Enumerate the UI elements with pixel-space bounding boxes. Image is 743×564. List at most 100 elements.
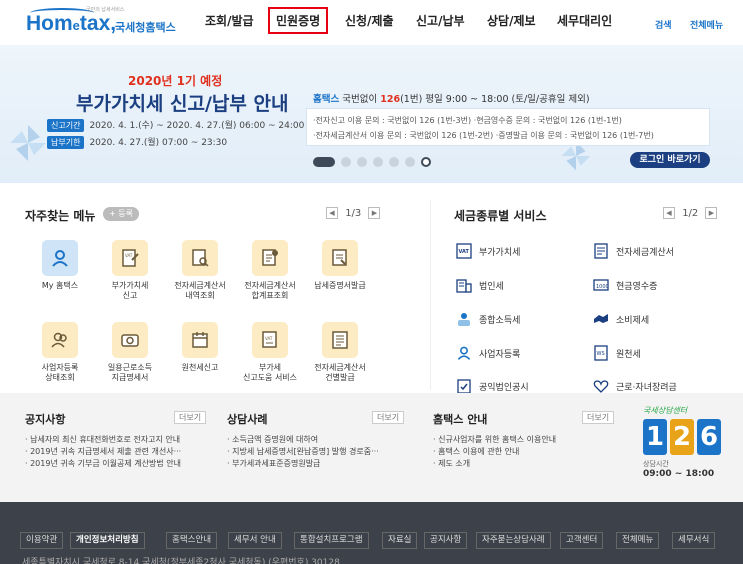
quick-menu-item[interactable]: My 홈택스 — [25, 240, 95, 291]
tax-service-item[interactable]: 1000 현금영수증 — [593, 277, 657, 293]
tax-service-item[interactable]: WS 원천세 — [593, 345, 641, 361]
tax-service-item[interactable]: 근로·자녀장려금 — [593, 378, 677, 394]
all-menu-link[interactable]: 전체메뉴 — [690, 18, 723, 31]
login-shortcut-button[interactable]: 로그인 바로가기 — [630, 152, 710, 168]
banner-year: 2020년 1기 예정 — [128, 74, 223, 88]
tax-service-item[interactable]: 종합소득세 — [456, 311, 520, 327]
footer-link-support[interactable]: 고객센터 — [560, 532, 604, 549]
quick-menu-label: 전자세금계산서 합계표조회 — [244, 281, 296, 300]
pinwheel-deco-icon — [10, 125, 46, 161]
guide-item[interactable]: · 홈택스 이용에 관한 안내 — [433, 446, 556, 458]
nav-tax-agent[interactable]: 세무대리인 — [557, 12, 612, 29]
prev-arrow-icon[interactable]: ◀ — [663, 207, 675, 219]
footer-link-hometax-guide[interactable]: 홈택스안내 — [166, 532, 218, 549]
notice-list: · 납세자의 최신 휴대전화번호로 전자고지 안내 · 2019년 귀속 지급명… — [25, 434, 181, 470]
prev-arrow-icon[interactable]: ◀ — [326, 207, 338, 219]
footer-link-terms[interactable]: 이용약관 — [20, 532, 64, 549]
quick-menu-register-button[interactable]: + 등록 — [103, 207, 139, 221]
invoice-sum-icon — [252, 240, 288, 276]
tax-service-item[interactable]: VAT 부가가치세 — [456, 243, 520, 259]
quick-menu-item[interactable]: VAT 부가가치세 신고 — [95, 240, 165, 301]
case-item[interactable]: · 지방세 납세증명서[완납증명] 발행 경로줌··· — [227, 446, 379, 458]
quick-menu-item[interactable]: 원천세신고 — [165, 322, 235, 373]
case-item[interactable]: · 부가세과세표준증명원발급 — [227, 458, 379, 470]
cases-more-button[interactable]: 더보기 — [372, 411, 405, 424]
nav-civil-certificate[interactable]: 민원증명 — [268, 7, 329, 34]
quick-menu-item[interactable]: 전자세금계산서 내역조회 — [165, 240, 235, 301]
case-item[interactable]: · 소득금액 증명원에 대하여 — [227, 434, 379, 446]
guide-more-button[interactable]: 더보기 — [582, 411, 615, 424]
tax-service-pager: ◀ 1/2 ▶ — [663, 207, 718, 219]
tax-service-item[interactable]: 전자세금계산서 — [593, 243, 674, 259]
guide-item[interactable]: · 제도 소개 — [433, 458, 556, 470]
quick-menu-pager: ◀ 1/3 ▶ — [326, 207, 381, 219]
receipt-icon: 1000 — [593, 277, 609, 293]
contact-info-title: 홈택스 국번없이 126(1번) 평일 9:00 ~ 18:00 (토/일/공휴… — [313, 94, 590, 105]
quick-menu-label: 사업자등록 상태조회 — [41, 363, 79, 382]
cases-list: · 소득금액 증명원에 대하여 · 지방세 납세증명서[완납증명] 발행 경로줌… — [227, 434, 379, 470]
issue-doc-icon — [322, 322, 358, 358]
notice-item[interactable]: · 2019년 귀속 지급명세서 제출 관련 개선사··· — [25, 446, 181, 458]
svg-text:WS: WS — [597, 351, 605, 357]
banner-dot[interactable] — [373, 157, 383, 167]
footer-link-all-menu[interactable]: 전체메뉴 — [616, 532, 660, 549]
next-arrow-icon[interactable]: ▶ — [368, 207, 381, 219]
logo-brand: Hometax, — [26, 12, 117, 35]
tax-service-item[interactable]: 소비제세 — [593, 311, 649, 327]
call-center-box[interactable]: 국세상담센터 126 상담시간 09:00 ~ 18:00 — [643, 405, 723, 495]
tax-service-item[interactable]: 사업자등록 — [456, 345, 520, 361]
footer-link-library[interactable]: 자료실 — [382, 532, 418, 549]
guide-item[interactable]: · 신규사업자를 위한 홈택스 이용안내 — [433, 434, 556, 446]
banner-dot[interactable] — [421, 157, 431, 167]
banner-dot[interactable] — [341, 157, 351, 167]
quick-menu-item[interactable]: 전자세금계산서 합계표조회 — [235, 240, 305, 301]
next-arrow-icon[interactable]: ▶ — [705, 207, 718, 219]
quick-menu-label: 일용근로소득 지급명세서 — [107, 363, 153, 382]
quick-menu-item[interactable]: 사업자등록 상태조회 — [25, 322, 95, 383]
quick-menu-label: 전자세금계산서 건별발급 — [314, 363, 366, 382]
footer-link-notice[interactable]: 공지사항 — [424, 532, 468, 549]
invoice-search-icon — [182, 240, 218, 276]
search-link[interactable]: 검색 — [655, 18, 672, 31]
consumption-icon — [593, 311, 609, 327]
notice-more-button[interactable]: 더보기 — [174, 411, 207, 424]
banner-dot[interactable] — [357, 157, 367, 167]
tax-service-label: 현금영수증 — [616, 281, 658, 292]
vat-doc-icon: VAT — [112, 240, 148, 276]
quick-menu-label: 납세증명서발급 — [314, 281, 366, 290]
nav-consult-report[interactable]: 상담/제보 — [487, 12, 536, 29]
footer-link-privacy[interactable]: 개인정보처리방침 — [70, 532, 145, 549]
footer-link-faq[interactable]: 자주묻는상담사례 — [476, 532, 551, 549]
banner-dot-active[interactable] — [313, 157, 335, 167]
nav-report-pay[interactable]: 신고/납부 — [416, 12, 465, 29]
heart-icon — [593, 378, 609, 394]
quick-menu-label: My 홈택스 — [41, 281, 79, 290]
svg-text:VAT: VAT — [125, 253, 133, 258]
nav-apply-submit[interactable]: 신청/제출 — [345, 12, 394, 29]
svg-text:VAT: VAT — [265, 336, 273, 341]
quick-menu-item[interactable]: 납세증명서발급 — [305, 240, 375, 291]
banner-dot[interactable] — [405, 157, 415, 167]
nav-inquiry-issue[interactable]: 조회/발급 — [205, 12, 254, 29]
footer-link-tax-forms[interactable]: 세무서식 — [672, 532, 716, 549]
notice-item[interactable]: · 2019년 귀속 기부금 이월공제 계산방법 안내 — [25, 458, 181, 470]
tax-service-item[interactable]: 법인세 — [456, 277, 504, 293]
quick-menu-item[interactable]: 전자세금계산서 건별발급 — [305, 322, 375, 383]
footer-link-office-guide[interactable]: 세무서 안내 — [228, 532, 282, 549]
tax-service-label: 원천세 — [616, 349, 641, 360]
tax-service-label: 법인세 — [479, 281, 504, 292]
quick-menu-item[interactable]: 일용근로소득 지급명세서 — [95, 322, 165, 383]
tax-service-item[interactable]: 공익법인공시 — [456, 378, 529, 394]
hometax-logo[interactable]: 국민의 납세서비스 Hometax, 국세청홈택스 — [26, 6, 176, 38]
quick-menu-item[interactable]: VAT 부가세 신고도움 서비스 — [235, 322, 305, 383]
logo-subtitle: 국세청홈택스 — [115, 21, 176, 34]
banner-dot[interactable] — [389, 157, 399, 167]
tax-service-label: 사업자등록 — [479, 349, 521, 360]
footer-link-install[interactable]: 통합설치프로그램 — [294, 532, 369, 549]
contact-info-box: ·전자신고 이용 문의 : 국번없이 126 (1번-3번) ·현금영수증 문의… — [306, 108, 710, 146]
notice-item[interactable]: · 납세자의 최신 휴대전화번호로 전자고지 안내 — [25, 434, 181, 446]
quick-menu-label: 전자세금계산서 내역조회 — [174, 281, 226, 300]
tax-service-label: 전자세금계산서 — [616, 247, 674, 258]
person-icon — [456, 345, 472, 361]
banner-headline: 부가가치세 신고/납부 안내 — [76, 93, 289, 115]
